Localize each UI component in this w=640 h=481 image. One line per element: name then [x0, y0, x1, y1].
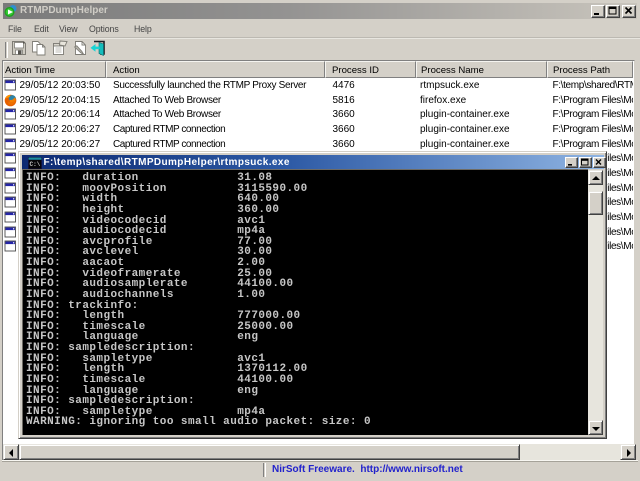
svg-text:C:\: C:\ [30, 161, 41, 168]
